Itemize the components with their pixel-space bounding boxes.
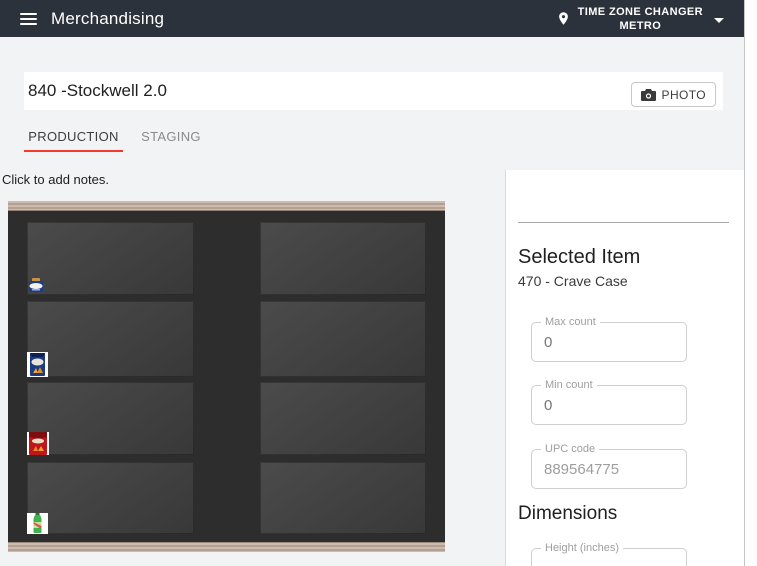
shelf-slot[interactable] [260,382,426,455]
location-line2: METRO [619,19,662,32]
photo-button[interactable]: PHOTO [630,82,716,107]
selected-item-panel: Selected Item 470 - Crave Case Max count… [505,170,744,566]
photo-button-label: PHOTO [661,87,706,102]
menu-icon[interactable] [20,12,37,25]
location-pin-icon [558,12,568,25]
page-title: 840 -Stockwell 2.0 [28,81,167,100]
planogram-shelf [8,201,445,552]
shelf-wood-trim-bottom [8,542,445,552]
tab-bar: PRODUCTION STAGING [24,122,219,152]
height-inches-label: Height (inches) [541,542,623,554]
product-chips-bag-blue-image[interactable] [27,352,48,377]
upc-code-field[interactable]: UPC code [531,443,687,489]
tab-production[interactable]: PRODUCTION [24,122,123,152]
shelf-wood-trim-top [8,201,445,211]
top-app-bar: Merchandising TIME ZONE CHANGER METRO [0,0,744,37]
app-title: Merchandising [51,8,165,28]
shelf-slot[interactable] [27,301,194,377]
dimensions-heading: Dimensions [518,503,618,524]
add-notes-prompt[interactable]: Click to add notes. [2,172,109,187]
shelf-body [8,211,445,542]
location-line1: TIME ZONE CHANGER [577,5,703,18]
panel-divider [518,222,729,223]
selected-item-heading: Selected Item [518,246,641,268]
shelf-slot[interactable] [27,462,194,534]
location-selector[interactable]: TIME ZONE CHANGER METRO [556,5,724,33]
selected-item-name: 470 - Crave Case [518,273,628,289]
min-count-input[interactable] [532,386,686,424]
height-inches-field[interactable]: Height (inches) [531,542,687,566]
camera-icon [640,88,656,101]
shelf-slot[interactable] [27,382,194,455]
scrollbar-track[interactable] [744,0,757,566]
product-soda-bottle-green-image[interactable] [27,513,48,534]
upc-code-label: UPC code [541,443,600,455]
merchandising-app: Merchandising TIME ZONE CHANGER METRO 84… [0,0,757,566]
planogram-header-card: 840 -Stockwell 2.0 PHOTO [24,72,723,110]
min-count-label: Min count [541,379,597,391]
tab-staging[interactable]: STAGING [123,122,219,150]
max-count-label: Max count [541,316,600,328]
shelf-slot[interactable] [260,301,426,377]
max-count-input[interactable] [532,323,686,361]
upc-code-input[interactable] [532,450,686,488]
chevron-down-icon [714,17,724,23]
max-count-field[interactable]: Max count [531,316,687,362]
min-count-field[interactable]: Min count [531,379,687,425]
location-label: TIME ZONE CHANGER METRO [578,5,703,33]
shelf-slot[interactable] [27,222,194,295]
product-butter-tub-image[interactable] [28,278,44,292]
shelf-slot[interactable] [260,222,426,295]
product-chips-bag-red-image[interactable] [27,432,49,455]
shelf-slot[interactable] [260,462,426,534]
